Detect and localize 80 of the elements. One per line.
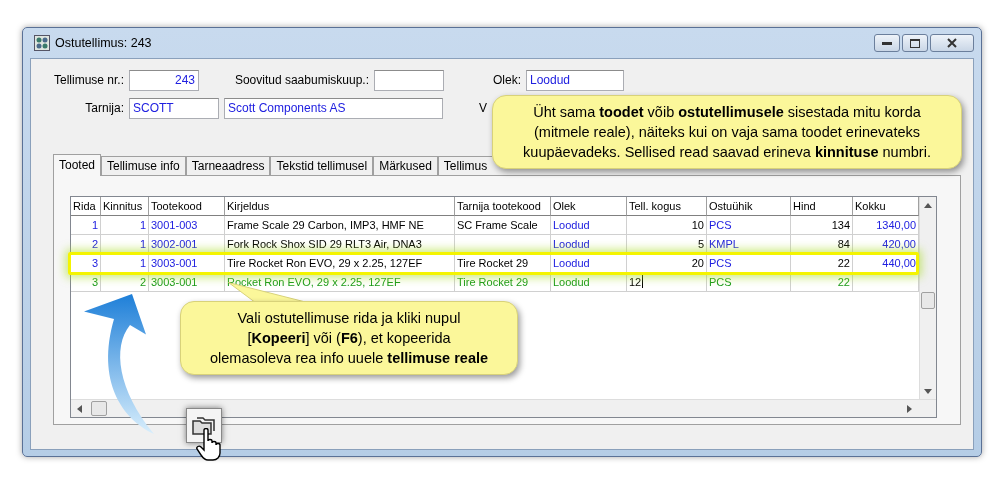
app-icon bbox=[34, 35, 50, 51]
tab[interactable]: Märkused bbox=[373, 156, 438, 175]
column-header[interactable]: Kinnitus bbox=[101, 197, 149, 216]
scroll-right-icon[interactable] bbox=[907, 405, 912, 413]
table-cell: 1 bbox=[71, 216, 101, 235]
table-cell: PCS bbox=[707, 254, 791, 273]
table-cell: 3002-001 bbox=[149, 235, 225, 254]
table-cell: Frame Scale 29 Carbon, IMP3, HMF NE bbox=[225, 216, 455, 235]
table-cell: KMPL bbox=[707, 235, 791, 254]
table-cell: 3001-003 bbox=[149, 216, 225, 235]
callout-note: Üht sama toodet võib ostutellimusele sisestada mitu korda (mitmele reale), näiteks kui on vaja sama toodet erinevateks kuupäevadeks. Sellised read saavad erineva kinnituse numbri. bbox=[492, 95, 962, 169]
table-cell: PCS bbox=[707, 216, 791, 235]
order-number-field[interactable]: 243 bbox=[129, 69, 199, 91]
scroll-up-icon[interactable] bbox=[924, 203, 932, 208]
status-field[interactable]: Loodud bbox=[526, 69, 624, 91]
column-header[interactable]: Olek bbox=[551, 197, 627, 216]
table-cell: 12 bbox=[627, 273, 707, 292]
table-cell: 22 bbox=[791, 254, 853, 273]
field-label: Soovitud saabumiskuup.: bbox=[234, 72, 369, 89]
field-label: Tellimuse nr.: bbox=[52, 72, 124, 89]
table-cell: 3003-001 bbox=[149, 273, 225, 292]
close-icon bbox=[947, 38, 957, 48]
column-header[interactable]: Rida bbox=[71, 197, 101, 216]
table-cell: 5 bbox=[627, 235, 707, 254]
horizontal-scrollbar[interactable] bbox=[71, 399, 936, 417]
field-label: Olek: bbox=[492, 72, 521, 89]
table-cell: 1 bbox=[101, 216, 149, 235]
column-header[interactable]: Kirjeldus bbox=[225, 197, 455, 216]
column-header[interactable]: Tell. kogus bbox=[627, 197, 707, 216]
tab[interactable]: Tooted bbox=[53, 154, 102, 176]
maximize-icon bbox=[910, 38, 920, 48]
table-cell: Tire Rocket 29 bbox=[455, 273, 551, 292]
table-cell: 2 bbox=[101, 273, 149, 292]
table-cell: Fork Rock Shox SID 29 RLT3 Air, DNA3 bbox=[225, 235, 455, 254]
table-cell: 84 bbox=[791, 235, 853, 254]
tab[interactable]: Tellimus bbox=[437, 156, 493, 175]
column-header[interactable]: Kokku bbox=[853, 197, 919, 216]
table-cell: Tire Rocket 29 bbox=[455, 254, 551, 273]
maximize-button[interactable] bbox=[902, 34, 928, 52]
vertical-scrollbar[interactable] bbox=[919, 197, 936, 399]
table-cell: SC Frame Scale bbox=[455, 216, 551, 235]
tab[interactable]: Tarneaadress bbox=[185, 156, 271, 175]
window-title: Ostutellimus: 243 bbox=[55, 34, 152, 52]
table-cell: 3 bbox=[71, 273, 101, 292]
table-cell: Loodud bbox=[551, 254, 627, 273]
scroll-down-icon[interactable] bbox=[924, 389, 932, 394]
date-field[interactable] bbox=[374, 69, 444, 91]
tab[interactable]: Tekstid tellimusel bbox=[270, 156, 374, 175]
close-button[interactable] bbox=[930, 34, 974, 52]
table-cell: 10 bbox=[627, 216, 707, 235]
supplier-name-field[interactable]: Scott Components AS bbox=[224, 97, 443, 119]
table-cell: Tire Rocket Ron EVO, 29 x 2.25, 127EF bbox=[225, 254, 455, 273]
table-cell: Loodud bbox=[551, 273, 627, 292]
hand-cursor-icon bbox=[196, 428, 224, 461]
supplier-code-field[interactable]: SCOTT bbox=[129, 97, 219, 119]
scroll-thumb[interactable] bbox=[91, 401, 107, 416]
scroll-thumb[interactable] bbox=[921, 292, 935, 309]
column-header[interactable]: Hind bbox=[791, 197, 853, 216]
scroll-left-icon[interactable] bbox=[77, 405, 82, 413]
field-label: V bbox=[479, 100, 487, 117]
column-header[interactable]: Tootekood bbox=[149, 197, 225, 216]
table-cell: 22 bbox=[791, 273, 853, 292]
field-label: Tarnija: bbox=[84, 100, 124, 117]
tab[interactable]: Tellimuse info bbox=[101, 156, 186, 175]
minimize-icon bbox=[882, 41, 892, 45]
table-cell: 3003-001 bbox=[149, 254, 225, 273]
table-cell: 1 bbox=[101, 254, 149, 273]
table-cell: 3 bbox=[71, 254, 101, 273]
table-cell: Loodud bbox=[551, 216, 627, 235]
table-cell: 1 bbox=[101, 235, 149, 254]
table-cell: PCS bbox=[707, 273, 791, 292]
folder-icon bbox=[192, 415, 216, 436]
column-header[interactable]: Tarnija tootekood bbox=[455, 197, 551, 216]
minimize-button[interactable] bbox=[874, 34, 900, 52]
table-cell: 20 bbox=[627, 254, 707, 273]
table-cell: Loodud bbox=[551, 235, 627, 254]
column-header[interactable]: Ostuühik bbox=[707, 197, 791, 216]
table-cell: 2 bbox=[71, 235, 101, 254]
table-cell: 134 bbox=[791, 216, 853, 235]
copy-button[interactable] bbox=[186, 408, 222, 443]
